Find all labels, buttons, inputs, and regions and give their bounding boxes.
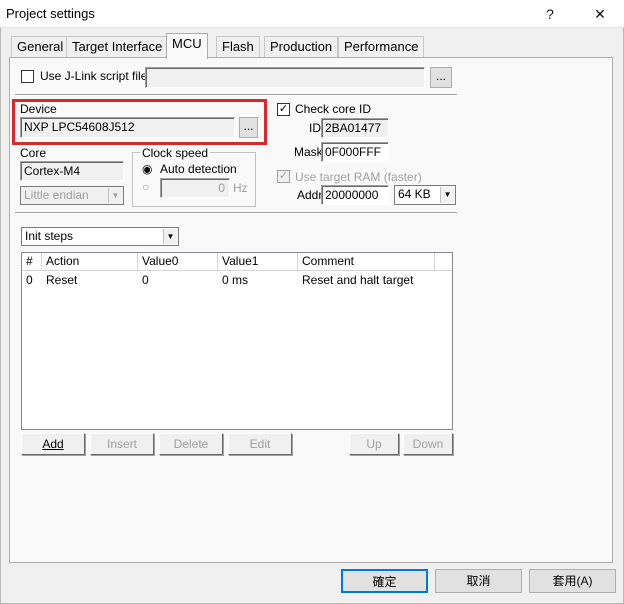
tab-target-interface[interactable]: Target Interface — [66, 36, 169, 58]
steps-type-value: Init steps — [25, 229, 74, 243]
core-id-mask-label: Mask — [294, 145, 323, 159]
check-core-id-checkbox[interactable]: ✓ — [277, 103, 290, 116]
separator — [15, 94, 457, 96]
core-id-label: ID — [309, 121, 321, 135]
tab-performance[interactable]: Performance — [338, 36, 425, 58]
cell-value0: 0 — [142, 273, 149, 287]
cell-num: 0 — [26, 273, 33, 287]
add-step-button[interactable]: Add — [21, 433, 85, 455]
device-field: NXP LPC54608J512 — [20, 117, 235, 138]
delete-step-button[interactable]: Delete — [159, 433, 223, 455]
use-jlink-script-checkbox[interactable] — [21, 70, 34, 83]
edit-step-button[interactable]: Edit — [228, 433, 292, 455]
core-id-mask-field[interactable]: 0F000FFF — [321, 142, 389, 162]
use-target-ram-checkbox[interactable]: ✓ — [277, 170, 290, 183]
title-bar: Project settings ? ✕ — [0, 0, 624, 28]
chevron-down-icon: ▼ — [440, 187, 454, 203]
auto-detection-label: Auto detection — [160, 162, 237, 176]
device-select-button[interactable]: ... — [239, 117, 258, 138]
move-down-button[interactable]: Down — [403, 433, 453, 455]
jlink-script-browse-button[interactable]: ... — [430, 67, 452, 88]
clock-speed-label: Clock speed — [140, 146, 211, 160]
use-jlink-script-label: Use J-Link script file — [40, 69, 148, 83]
check-core-id-label: Check core ID — [295, 102, 372, 116]
ram-size-value: 64 KB — [398, 187, 431, 201]
tab-mcu[interactable]: MCU — [166, 33, 208, 59]
column-header[interactable]: Action — [42, 253, 138, 271]
column-header[interactable]: Comment — [298, 253, 435, 271]
cell-value1: 0 ms — [222, 273, 249, 287]
endian-dropdown[interactable]: Little endian ▼ — [20, 186, 124, 205]
chevron-down-icon: ▼ — [163, 229, 177, 244]
ram-addr-label: Addr — [297, 188, 323, 202]
cell-action: Reset — [46, 273, 78, 287]
column-header[interactable]: Value1 — [218, 253, 298, 271]
column-header-filler — [435, 253, 452, 271]
manual-clock-radio[interactable]: ○ — [142, 180, 149, 194]
core-label: Core — [20, 146, 47, 160]
insert-step-button[interactable]: Insert — [90, 433, 154, 455]
endian-value: Little endian — [24, 188, 89, 202]
move-up-button[interactable]: Up — [349, 433, 399, 455]
clock-speed-field: 0 — [160, 178, 230, 198]
device-label: Device — [20, 102, 57, 116]
clock-unit-label: Hz — [233, 181, 248, 195]
steps-type-dropdown[interactable]: Init steps ▼ — [21, 227, 179, 246]
ram-size-dropdown[interactable]: 64 KB ▼ — [394, 185, 456, 205]
ok-button[interactable]: 確定 — [341, 569, 428, 593]
column-header[interactable]: Value0 — [138, 253, 218, 271]
use-target-ram-label: Use target RAM (faster) — [295, 170, 422, 184]
tab-flash[interactable]: Flash — [216, 36, 260, 58]
cancel-button[interactable]: 取消 — [435, 569, 522, 593]
column-header[interactable]: # — [22, 253, 42, 271]
add-step-label: Add — [42, 437, 64, 451]
steps-table[interactable]: # Action Value0 Value1 Comment 0 Reset 0… — [21, 252, 453, 430]
auto-detection-radio[interactable]: ◉ — [142, 162, 152, 176]
core-field: Cortex-M4 — [20, 161, 124, 181]
tab-general[interactable]: General — [11, 36, 70, 58]
jlink-script-path-field[interactable] — [145, 67, 425, 88]
help-icon[interactable]: ? — [530, 0, 570, 28]
tab-production[interactable]: Production — [264, 36, 339, 58]
chevron-down-icon: ▼ — [108, 188, 122, 203]
cell-comment: Reset and halt target — [302, 273, 414, 287]
separator — [15, 212, 457, 214]
window-title: Project settings — [6, 6, 95, 21]
ram-addr-field[interactable]: 20000000 — [321, 185, 389, 205]
apply-button[interactable]: 套用(A) — [529, 569, 616, 593]
close-icon[interactable]: ✕ — [580, 0, 620, 28]
core-id-field: 2BA01477 — [321, 118, 389, 138]
table-row[interactable]: 0 Reset 0 0 ms Reset and halt target — [22, 271, 452, 289]
